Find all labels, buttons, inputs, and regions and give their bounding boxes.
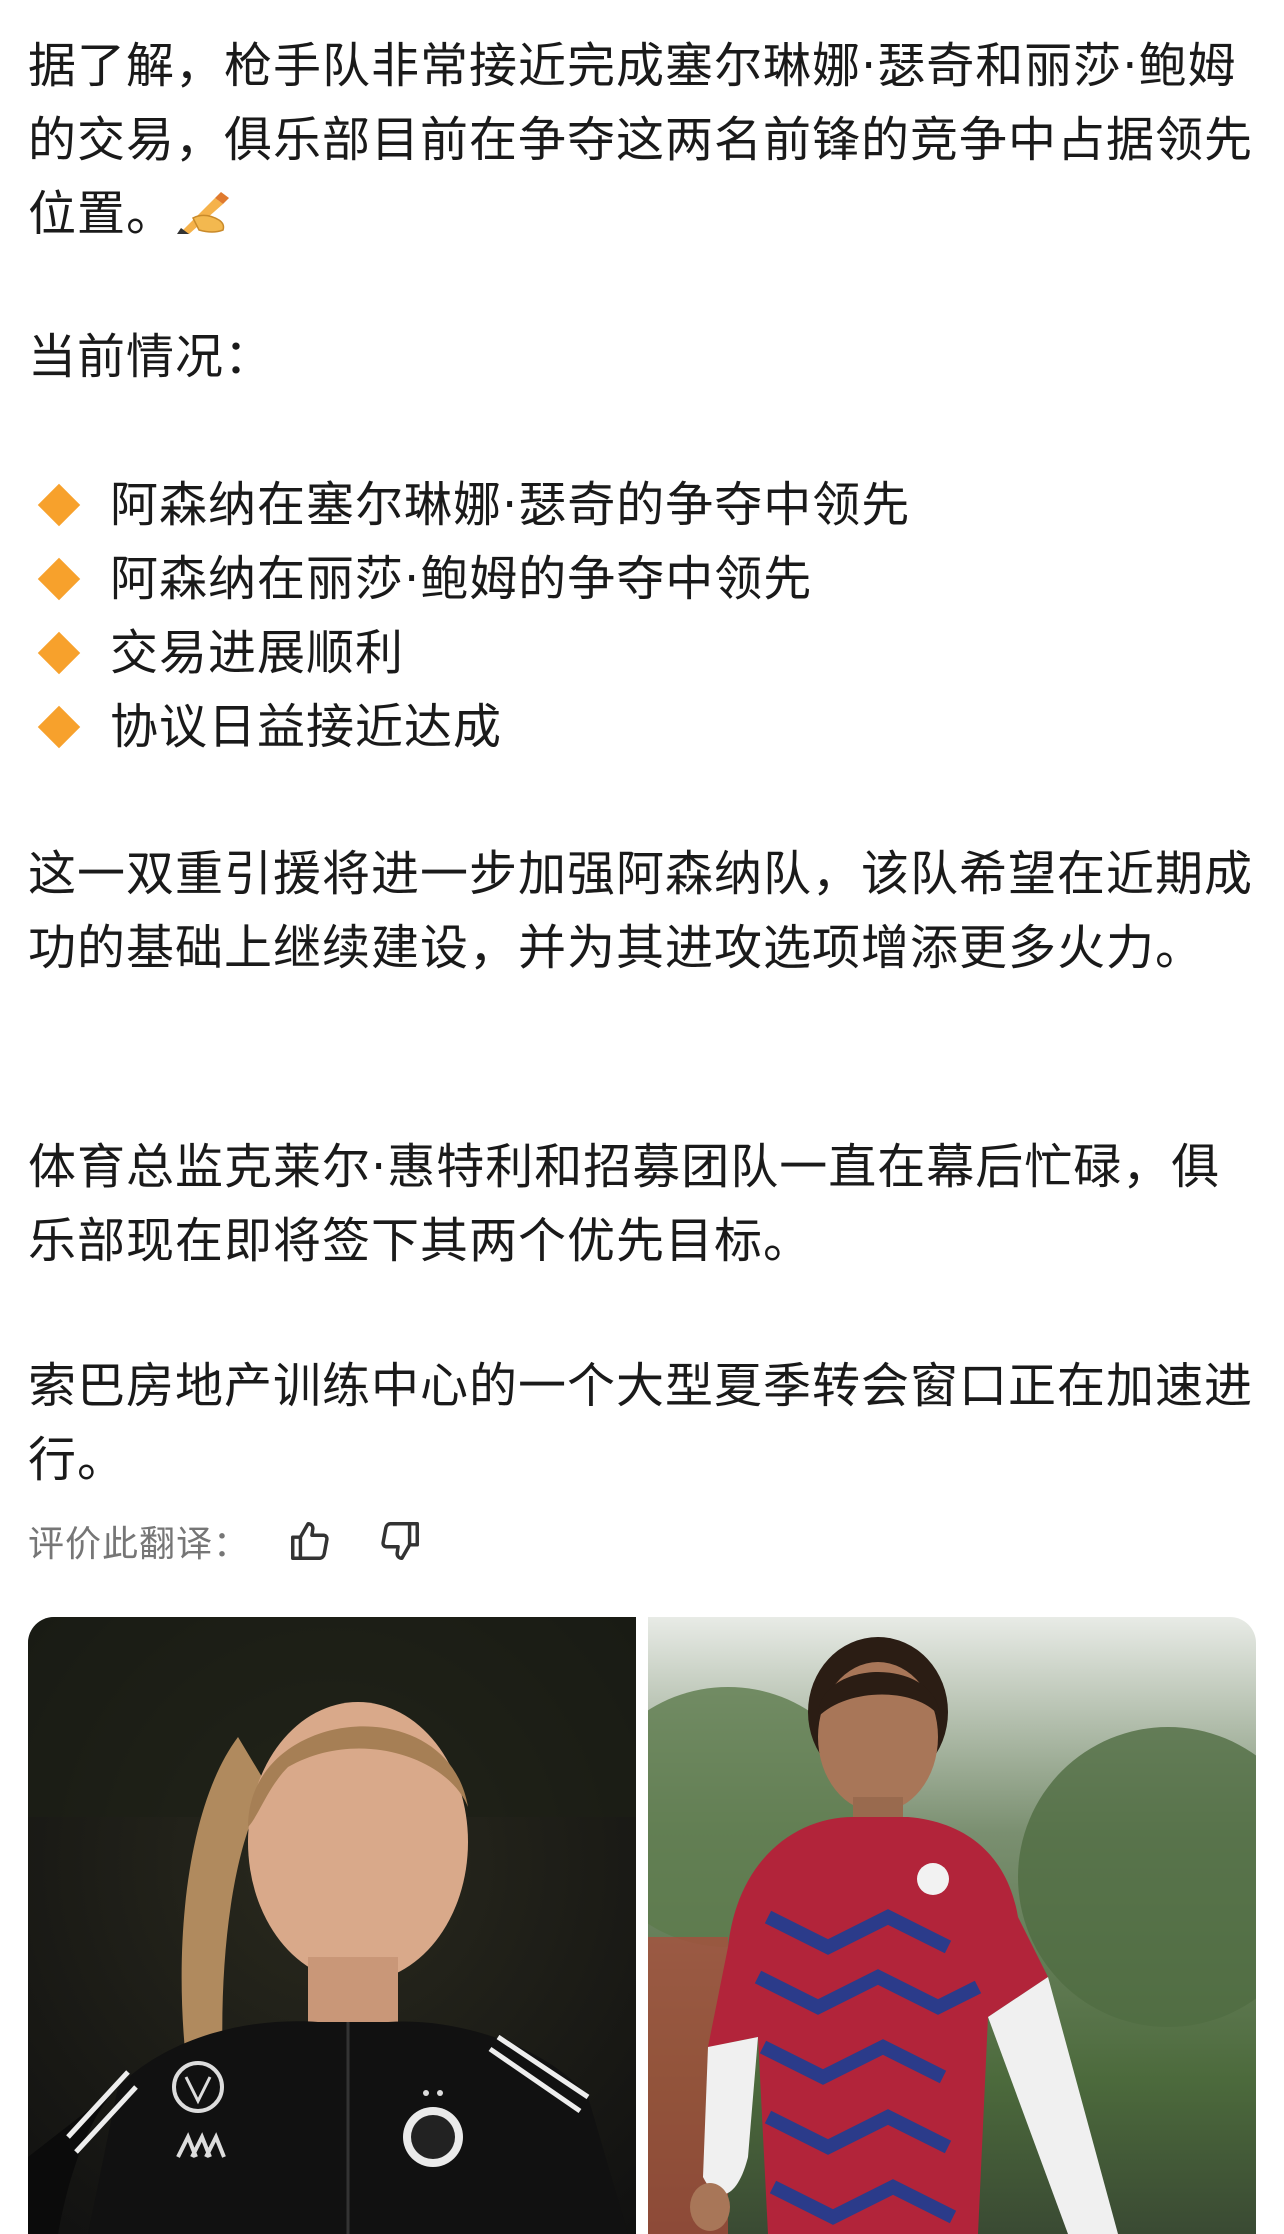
thumbs-up-icon [291, 1522, 329, 1560]
paragraph-intro: 据了解，枪手队非常接近完成塞尔琳娜·瑟奇和丽莎·鲍姆的交易，俱乐部目前在争夺这两… [28, 29, 1260, 251]
player-photo-germany-kit [28, 1617, 636, 2234]
list-item-text: 阿森纳在丽莎·鲍姆的争夺中领先 [110, 551, 813, 607]
rate-translation-label: 评价此翻译： [28, 1524, 251, 1565]
list-item: 阿森纳在塞尔琳娜·瑟奇的争夺中领先 [28, 468, 910, 542]
thumbs-down-button[interactable] [370, 1511, 430, 1571]
paragraph-director: 体育总监克莱尔·惠特利和招募团队一直在幕后忙碌，俱乐部现在即将签下其两个优先目标… [28, 1139, 1221, 1269]
thumbs-down-icon [381, 1522, 419, 1560]
list-item-text: 阿森纳在塞尔琳娜·瑟奇的争夺中领先 [110, 477, 911, 533]
orange-diamond-icon [37, 557, 81, 601]
thumbs-up-button[interactable] [280, 1511, 340, 1571]
orange-diamond-icon [37, 631, 81, 675]
paragraph-impact: 这一双重引援将进一步加强阿森纳队，该队希望在近期成功的基础上继续建设，并为其进攻… [28, 846, 1254, 976]
status-list: 阿森纳在塞尔琳娜·瑟奇的争夺中领先 阿森纳在丽莎·鲍姆的争夺中领先 交易进展顺利… [28, 468, 910, 764]
player-photo-right[interactable] [648, 1617, 1256, 2234]
paragraph-status-heading: 当前情况： [28, 329, 274, 385]
rate-translation-bar: 评价此翻译： [28, 1511, 430, 1571]
player-photo-leipzig-kit [648, 1617, 1256, 2234]
list-item: 交易进展顺利 [28, 616, 910, 690]
list-item: 协议日益接近达成 [28, 690, 910, 764]
list-item-text: 交易进展顺利 [110, 625, 405, 681]
list-item: 阿森纳在丽莎·鲍姆的争夺中领先 [28, 542, 910, 616]
paragraph-window: 索巴房地产训练中心的一个大型夏季转会窗口正在加速进行。 [28, 1358, 1254, 1488]
orange-diamond-icon [37, 705, 81, 749]
player-photo-left[interactable] [28, 1617, 636, 2234]
orange-diamond-icon [37, 483, 81, 527]
list-item-text: 协议日益接近达成 [110, 699, 503, 755]
writing-hand-emoji-icon [175, 183, 235, 234]
